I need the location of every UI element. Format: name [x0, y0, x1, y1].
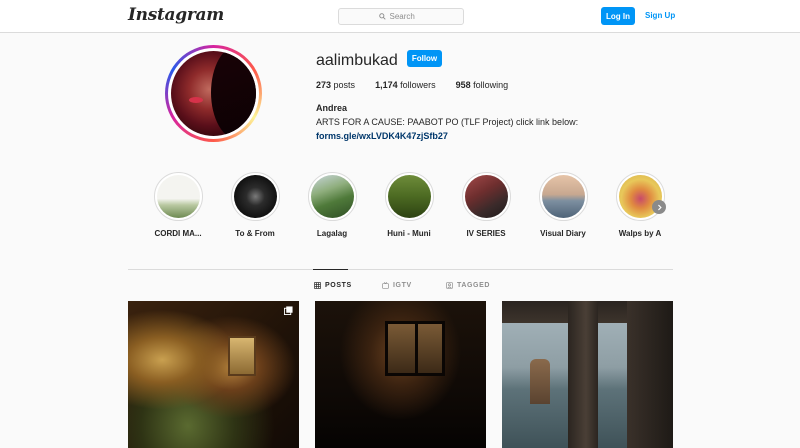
tab-posts-label: POSTS	[325, 282, 352, 289]
post-image-detail	[228, 336, 256, 376]
highlight-cover	[464, 175, 508, 218]
highlight-label: Walps by A	[618, 229, 662, 238]
followers-stat[interactable]: 1,174 followers	[375, 80, 436, 90]
post-thumbnail[interactable]	[128, 301, 299, 448]
multiple-photos-icon	[284, 306, 293, 315]
story-highlights: CORDI MA... To & From Lagalag Huni - Mun…	[145, 172, 675, 242]
highlight-item[interactable]: Visual Diary	[530, 172, 596, 238]
profile-bio-link[interactable]: forms.gle/wxLVDK4K47zjSfb27	[316, 131, 448, 141]
profile-full-name: Andrea	[316, 103, 348, 113]
search-icon	[378, 13, 386, 20]
tab-posts[interactable]: POSTS	[314, 282, 352, 289]
followers-stat-label: followers	[400, 80, 436, 90]
followers-count: 1,174	[375, 80, 398, 90]
highlight-cover	[310, 175, 354, 218]
highlight-cover	[233, 175, 277, 218]
highlight-cover	[541, 175, 585, 218]
profile-bio: ARTS FOR A CAUSE: PAABOT PO (TLF Project…	[316, 117, 579, 127]
highlight-cover	[387, 175, 431, 218]
highlight-label: CORDI MA...	[154, 229, 202, 238]
grid-icon	[314, 282, 321, 289]
highlight-item[interactable]: Huni - Muni	[376, 172, 442, 238]
post-thumbnail[interactable]	[502, 301, 673, 448]
tab-tagged-label: TAGGED	[457, 282, 491, 289]
tab-igtv-label: IGTV	[393, 282, 412, 289]
profile-avatar[interactable]	[165, 45, 262, 142]
post-thumbnail[interactable]	[315, 301, 486, 448]
post-image-detail	[530, 359, 550, 404]
post-image-detail	[385, 321, 445, 376]
posts-stat-label: posts	[333, 80, 356, 90]
highlights-next-button[interactable]	[652, 200, 666, 214]
highlight-label: Huni - Muni	[387, 229, 431, 238]
highlight-label: Visual Diary	[540, 229, 586, 238]
profile-stats: 273 posts 1,174 followers 958 following	[316, 80, 528, 90]
signup-link[interactable]: Sign Up	[645, 11, 675, 20]
avatar-photo	[171, 51, 256, 136]
igtv-icon	[382, 282, 389, 289]
posts-stat: 273 posts	[316, 80, 355, 90]
search-box[interactable]	[338, 8, 464, 25]
tab-tagged[interactable]: TAGGED	[446, 282, 490, 289]
tabs-divider	[128, 269, 673, 270]
highlight-cover	[156, 175, 200, 218]
chevron-right-icon	[657, 204, 662, 210]
posts-count: 273	[316, 80, 332, 90]
following-stat-label: following	[473, 80, 509, 90]
following-stat[interactable]: 958 following	[456, 80, 509, 90]
highlight-item[interactable]: IV SERIES	[453, 172, 519, 238]
search-input[interactable]	[389, 12, 424, 21]
tagged-icon	[446, 282, 453, 289]
highlight-label: Lagalag	[316, 229, 348, 238]
follow-button[interactable]: Follow	[407, 50, 442, 67]
tab-igtv[interactable]: IGTV	[382, 282, 412, 289]
highlight-label: To & From	[235, 229, 275, 238]
active-tab-indicator	[313, 269, 348, 270]
following-count: 958	[455, 80, 471, 90]
highlight-item[interactable]: CORDI MA...	[145, 172, 211, 238]
profile-username: aalimbukad	[316, 52, 398, 69]
highlight-label: IV SERIES	[466, 229, 506, 238]
instagram-logo[interactable]: Instagram	[128, 5, 224, 25]
highlight-item[interactable]: To & From	[222, 172, 288, 238]
login-button[interactable]: Log In	[601, 7, 635, 25]
highlight-item[interactable]: Lagalag	[299, 172, 365, 238]
top-nav: Instagram Log In Sign Up	[0, 0, 800, 33]
